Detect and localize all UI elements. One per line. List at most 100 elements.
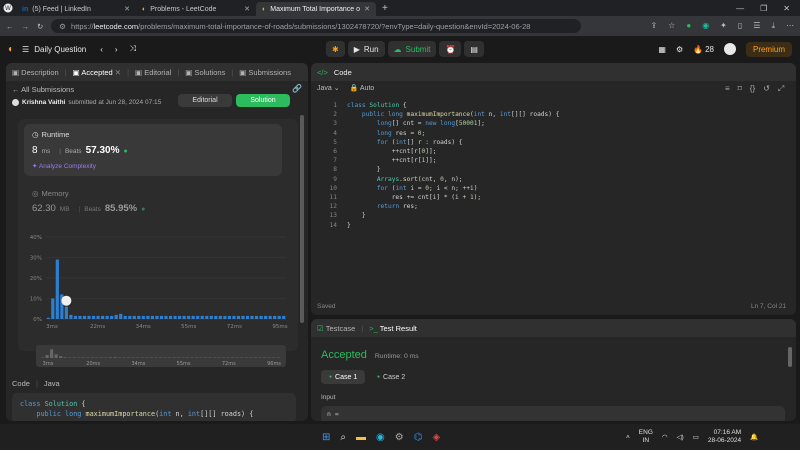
streak-counter[interactable]: 🔥 28	[693, 45, 714, 54]
window-close-button[interactable]: ✕	[783, 4, 790, 13]
settings-gear-icon[interactable]: ⚙	[676, 45, 683, 54]
braces-icon[interactable]: {}	[750, 84, 755, 94]
debug-button[interactable]: ✱	[326, 41, 345, 57]
scrollbar[interactable]	[788, 347, 792, 367]
daily-question-label[interactable]: Daily Question	[34, 45, 86, 54]
chart-bar[interactable]	[191, 315, 195, 319]
code-line[interactable]: 13 }	[317, 211, 787, 220]
reset-icon[interactable]: ↺	[763, 84, 770, 94]
volume-icon[interactable]: ◁)	[677, 433, 684, 441]
input-box[interactable]: n =	[321, 406, 785, 421]
battery-icon[interactable]: ▭	[693, 433, 699, 441]
notification-bell-icon[interactable]: 🔔	[750, 433, 758, 441]
chart-bar[interactable]	[69, 314, 73, 319]
settings-gear-icon[interactable]: ⚙	[395, 432, 404, 443]
chart-bar[interactable]	[268, 315, 272, 319]
code-line[interactable]: 6 ++cnt[r[0]];	[317, 147, 787, 156]
search-icon[interactable]: ⌕	[340, 432, 346, 443]
chart-bar[interactable]	[241, 315, 245, 319]
chart-bar[interactable]	[146, 315, 150, 319]
tab-submissions[interactable]: ▣ Submissions	[239, 68, 291, 77]
runtime-distribution-chart[interactable]: 40% 30% 20% 10% 0% 3ms 22ms 34ms 55ms 72ms 95ms	[18, 229, 298, 334]
minimize-button[interactable]: —	[736, 4, 744, 13]
chart-bar[interactable]	[46, 317, 50, 319]
chart-bar[interactable]	[82, 315, 87, 319]
leetcode-logo-icon[interactable]: ◐	[8, 44, 14, 55]
code-line[interactable]: 8 }	[317, 165, 787, 174]
windows-start-icon[interactable]: ⊞	[322, 432, 330, 443]
chart-bar[interactable]	[196, 315, 200, 319]
chart-bar[interactable]	[214, 315, 218, 319]
chart-bar[interactable]	[51, 298, 55, 320]
case-1-button[interactable]: ● Case 1	[321, 370, 366, 384]
downloads-icon[interactable]: ⤓	[771, 21, 775, 31]
prev-problem-icon[interactable]: ‹	[100, 45, 103, 54]
chart-bar[interactable]	[223, 315, 227, 319]
close-icon[interactable]: ✕	[115, 68, 121, 77]
run-button[interactable]: ▶ Run	[347, 41, 385, 57]
browser-profile-icon[interactable]: W	[0, 0, 16, 16]
code-line[interactable]: 1 class Solution {	[317, 101, 787, 110]
chart-bar[interactable]	[245, 315, 250, 319]
bookmark-icon[interactable]: ⌑	[738, 84, 742, 94]
chart-bar[interactable]	[91, 315, 96, 319]
range-track[interactable]	[36, 345, 286, 367]
close-icon[interactable]: ✕	[244, 5, 250, 13]
chart-bar[interactable]	[123, 315, 127, 319]
problem-list-icon[interactable]: ☰	[22, 45, 29, 54]
chart-bar[interactable]	[128, 315, 132, 319]
avatar[interactable]	[723, 43, 736, 55]
chart-bar[interactable]	[78, 315, 82, 319]
analyze-complexity-link[interactable]: ✦ Analyze Complexity	[32, 162, 96, 170]
auto-mode[interactable]: 🔒 Auto	[350, 84, 375, 92]
code-line[interactable]: 10 for (int i = 0; i < n; ++i)	[317, 184, 787, 193]
chart-bar[interactable]	[155, 315, 159, 319]
tab-test-result[interactable]: >_ Test Result	[369, 324, 417, 333]
favorites-icon[interactable]: ☰	[753, 21, 760, 31]
chart-bar[interactable]	[209, 315, 213, 319]
chart-bar[interactable]	[87, 315, 91, 319]
chart-bar[interactable]	[168, 315, 173, 319]
chart-bar[interactable]	[250, 315, 254, 319]
reload-icon[interactable]: ↻	[37, 22, 43, 31]
all-submissions-link[interactable]: ← All Submissions	[12, 85, 74, 94]
avatar[interactable]	[12, 99, 19, 106]
range-slider[interactable]: 3ms 20ms 34ms 55ms 72ms 96ms	[36, 345, 286, 367]
chart-bar[interactable]	[141, 315, 145, 319]
tab-editorial[interactable]: ▣ Editorial	[135, 68, 171, 77]
edge-browser-icon[interactable]: ◉	[376, 432, 385, 443]
tab-description[interactable]: ▣ Description	[12, 68, 59, 77]
file-explorer-icon[interactable]: ▬	[356, 432, 366, 443]
memory-section[interactable]: ◎ Memory 62.30 MB | Beats 85.95% ●	[24, 185, 282, 225]
clock[interactable]: 07:16 AM 28-06-2024	[708, 429, 741, 445]
code-preview[interactable]: class Solution { public long maximumImpo…	[12, 393, 296, 421]
extension-green-icon[interactable]: ●	[686, 21, 691, 31]
fullscreen-icon[interactable]: ⤢	[778, 84, 784, 94]
link-icon[interactable]: 🔗	[292, 84, 302, 93]
shuffle-icon[interactable]: ⤨	[130, 44, 136, 54]
chart-bar[interactable]	[119, 313, 123, 320]
wifi-icon[interactable]: ◠	[662, 433, 668, 441]
chart-bar[interactable]	[73, 315, 78, 319]
code-line[interactable]: 9 Arrays.sort(cnt, 0, n);	[317, 175, 787, 184]
your-submission-avatar-marker[interactable]	[61, 295, 72, 306]
tab-accepted[interactable]: ▣ Accepted ✕	[73, 68, 121, 77]
solution-button[interactable]: Solution	[236, 94, 290, 107]
tab-problems[interactable]: ◐ Problems - LeetCode ✕	[136, 2, 256, 16]
chart-bar[interactable]	[273, 315, 277, 319]
new-tab-button[interactable]: +	[382, 3, 388, 14]
chart-bar[interactable]	[101, 315, 105, 319]
close-icon[interactable]: ✕	[364, 5, 370, 13]
vscode-icon[interactable]: ⌬	[414, 432, 423, 443]
language-select[interactable]: Java ⌄	[317, 84, 340, 92]
chart-bar[interactable]	[182, 315, 186, 319]
format-icon[interactable]: ≡	[725, 84, 730, 94]
code-line[interactable]: 7 ++cnt[r[1]];	[317, 156, 787, 165]
code-editor[interactable]: 1 class Solution {2 public long maximumIm…	[317, 101, 787, 281]
maximize-button[interactable]: ❐	[760, 4, 767, 13]
timer-icon[interactable]: ⏰	[439, 41, 462, 57]
chevron-up-icon[interactable]: ˄	[626, 434, 630, 441]
chart-bar[interactable]	[264, 315, 268, 319]
tab-solutions[interactable]: ▣ Solutions	[185, 68, 225, 77]
tab-testcase[interactable]: ☑ Testcase	[317, 324, 355, 333]
